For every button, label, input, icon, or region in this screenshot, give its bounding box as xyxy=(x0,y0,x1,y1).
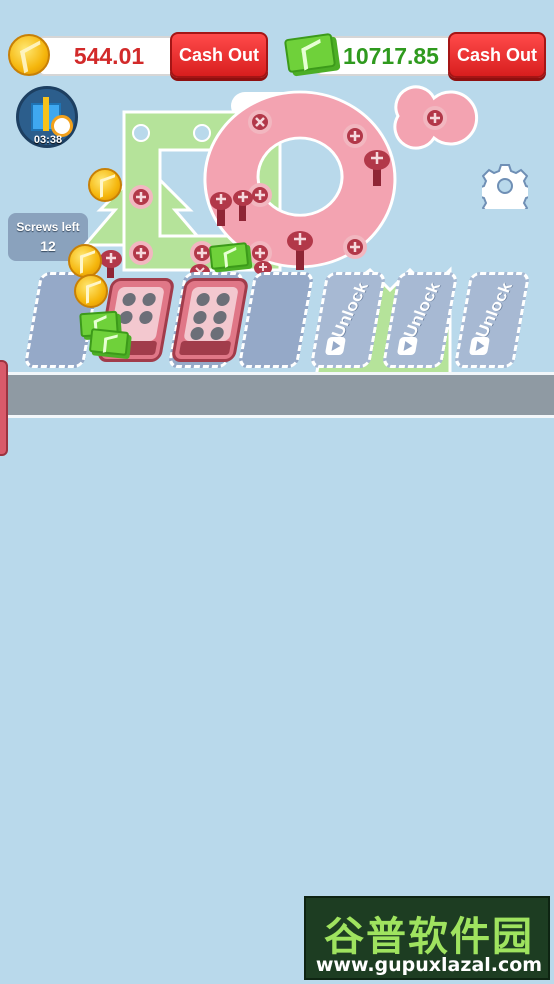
bus-front xyxy=(178,341,232,355)
flying-coin-icon xyxy=(68,244,102,278)
puzzle-board xyxy=(81,85,479,415)
locked-slot-3[interactable]: Unlock xyxy=(453,272,531,368)
incoming-bus xyxy=(0,360,8,456)
gold-coin-icon xyxy=(8,34,50,76)
screw[interactable] xyxy=(129,185,153,209)
screw[interactable] xyxy=(129,241,153,265)
unlock-label: Unlock xyxy=(471,280,516,341)
gear-icon[interactable] xyxy=(482,163,528,209)
watermark-url: www.gupuxlazal.com xyxy=(315,954,543,976)
screw[interactable] xyxy=(248,241,272,265)
screw[interactable] xyxy=(343,124,367,148)
bus-road xyxy=(0,372,554,418)
bolt[interactable] xyxy=(100,250,122,278)
video-ad-icon xyxy=(396,337,419,355)
bolt[interactable] xyxy=(233,190,253,221)
cash-cash-out-button[interactable]: Cash Out xyxy=(448,32,546,78)
locked-slot-1[interactable]: Unlock xyxy=(309,272,387,368)
coin-wallet: 544.01 Cash Out xyxy=(8,30,270,80)
bolt[interactable] xyxy=(287,231,313,270)
gift-ribbon xyxy=(43,97,49,131)
flying-coin-icon xyxy=(88,168,122,202)
coin-cash-out-button[interactable]: Cash Out xyxy=(170,32,268,78)
watermark-logo: 谷普软件园 www.gupuxlazal.com xyxy=(304,896,550,980)
flying-coin-icon xyxy=(74,274,108,308)
screw[interactable] xyxy=(423,106,447,130)
flying-cash-icon xyxy=(208,242,250,270)
cash-bill-icon xyxy=(283,32,337,74)
empty-hole xyxy=(193,124,211,142)
unlock-label: Unlock xyxy=(399,280,444,341)
gift-timer: 03:38 xyxy=(33,134,63,146)
locked-slot-2[interactable]: Unlock xyxy=(381,272,459,368)
video-ad-icon xyxy=(468,337,491,355)
cash-amount: 10717.85 xyxy=(343,43,439,69)
bolt[interactable] xyxy=(364,150,390,186)
screw[interactable] xyxy=(343,235,367,259)
screws-left-label: Screws left xyxy=(16,220,80,234)
bus-slot-empty xyxy=(237,272,315,368)
unlock-label: Unlock xyxy=(327,280,372,341)
top-bar: 544.01 Cash Out 10717.85 Cash Out xyxy=(0,30,554,82)
level-indicator: Level 2 xyxy=(231,92,323,120)
bolt[interactable] xyxy=(210,192,232,226)
cash-wallet: 10717.85 Cash Out xyxy=(282,30,548,80)
flying-cash-icon xyxy=(88,328,130,356)
video-ad-icon xyxy=(324,337,347,355)
bus-with-screws[interactable] xyxy=(170,278,250,362)
coin-amount: 544.01 xyxy=(73,43,145,69)
empty-hole xyxy=(132,124,150,142)
screw[interactable] xyxy=(248,110,272,134)
